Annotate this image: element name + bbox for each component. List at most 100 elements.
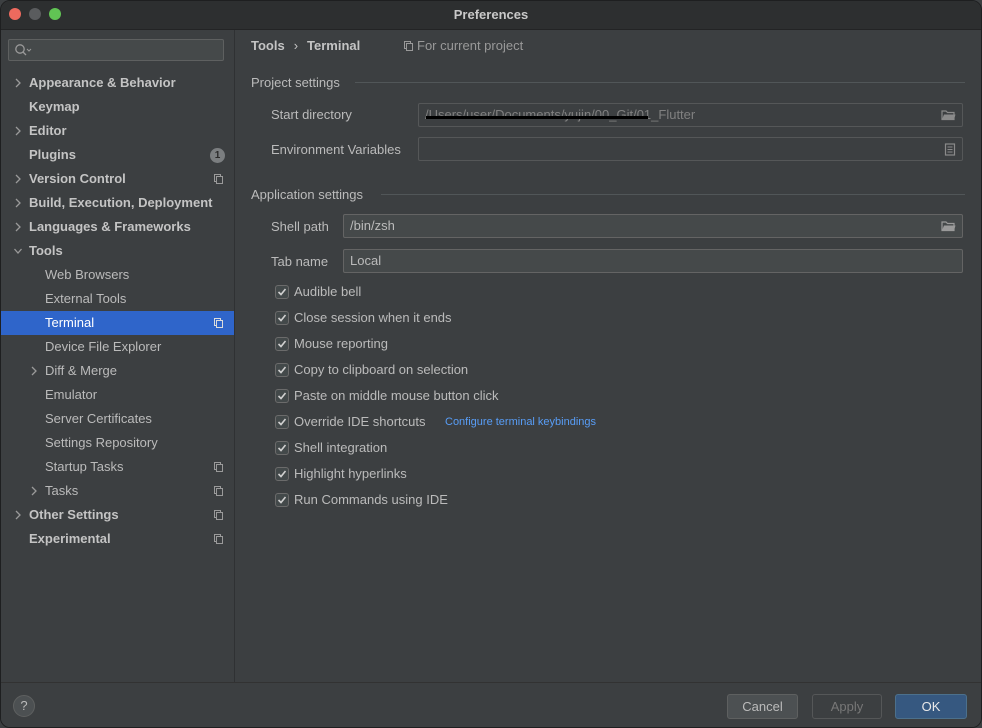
- sidebar-item-label: Experimental: [29, 531, 111, 546]
- configure-keybindings-link[interactable]: Configure terminal keybindings: [445, 416, 596, 428]
- sidebar-item-tasks[interactable]: Tasks: [1, 479, 234, 503]
- highlight-hyperlinks-checkbox[interactable]: [275, 467, 289, 481]
- sidebar-item-terminal[interactable]: Terminal: [1, 311, 234, 335]
- sidebar-item-appearance-behavior[interactable]: Appearance & Behavior: [1, 71, 234, 95]
- shell-path-value: /bin/zsh: [350, 218, 395, 233]
- folder-icon[interactable]: [941, 109, 956, 121]
- help-button[interactable]: ?: [13, 695, 35, 717]
- sidebar-item-settings-repository[interactable]: Settings Repository: [1, 431, 234, 455]
- run-commands-using-ide-label[interactable]: Run Commands using IDE: [294, 492, 448, 507]
- section-divider: [381, 194, 965, 195]
- sidebar-item-external-tools[interactable]: External Tools: [1, 287, 234, 311]
- sidebar-item-label: Settings Repository: [45, 435, 158, 450]
- section-divider: [355, 82, 965, 83]
- edit-env-vars-icon[interactable]: [944, 143, 956, 156]
- chevron-right-icon[interactable]: [14, 198, 22, 208]
- audible-bell-checkbox[interactable]: [275, 285, 289, 299]
- chevron-right-icon[interactable]: [30, 366, 38, 376]
- mouse-reporting-checkbox[interactable]: [275, 337, 289, 351]
- title-bar: Preferences: [1, 1, 981, 30]
- breadcrumb-parent: Tools: [251, 38, 285, 53]
- project-scope-text: For current project: [417, 38, 524, 53]
- sidebar-item-startup-tasks[interactable]: Startup Tasks: [1, 455, 234, 479]
- run-commands-using-ide-checkbox[interactable]: [275, 493, 289, 507]
- env-vars-field[interactable]: [418, 137, 963, 161]
- chevron-right-icon[interactable]: [14, 222, 22, 232]
- start-directory-field[interactable]: /Users/user/Documents/yujin/00_Git/01_Fl…: [418, 103, 963, 127]
- start-directory-label: Start directory: [271, 107, 352, 122]
- project-level-icon: [214, 534, 223, 544]
- sidebar-item-label: Tasks: [45, 483, 79, 498]
- sidebar-item-experimental[interactable]: Experimental: [1, 527, 234, 551]
- copy-to-clipboard-on-selection-label[interactable]: Copy to clipboard on selection: [294, 362, 468, 377]
- shell-path-field[interactable]: /bin/zsh: [343, 214, 963, 238]
- chevron-right-icon[interactable]: [14, 510, 22, 520]
- tab-name-field[interactable]: Local: [343, 249, 963, 273]
- sidebar-item-languages-frameworks[interactable]: Languages & Frameworks: [1, 215, 234, 239]
- sidebar-item-emulator[interactable]: Emulator: [1, 383, 234, 407]
- close-session-when-it-ends-checkbox[interactable]: [275, 311, 289, 325]
- breadcrumb-current: Terminal: [307, 38, 361, 53]
- sidebar-item-label: Emulator: [45, 387, 98, 402]
- checkmark-icon: [277, 444, 287, 452]
- sidebar-item-label: Languages & Frameworks: [29, 219, 191, 234]
- close-session-when-it-ends-label[interactable]: Close session when it ends: [294, 310, 452, 325]
- sidebar-item-server-certificates[interactable]: Server Certificates: [1, 407, 234, 431]
- sidebar-item-diff-merge[interactable]: Diff & Merge: [1, 359, 234, 383]
- chevron-right-icon[interactable]: [14, 126, 22, 136]
- apply-button[interactable]: Apply: [812, 694, 882, 719]
- sidebar-item-other-settings[interactable]: Other Settings: [1, 503, 234, 527]
- override-ide-shortcuts-checkbox[interactable]: [275, 415, 289, 429]
- dialog-footer: ? Cancel Apply OK: [1, 682, 981, 727]
- shell-integration-checkbox[interactable]: [275, 441, 289, 455]
- env-vars-label: Environment Variables: [271, 142, 401, 157]
- copy-to-clipboard-on-selection-checkbox[interactable]: [275, 363, 289, 377]
- sidebar-item-build-execution-deployment[interactable]: Build, Execution, Deployment: [1, 191, 234, 215]
- folder-icon[interactable]: [941, 220, 956, 232]
- sidebar-item-device-file-explorer[interactable]: Device File Explorer: [1, 335, 234, 359]
- mouse-reporting-label[interactable]: Mouse reporting: [294, 336, 388, 351]
- chevron-right-icon[interactable]: [14, 174, 22, 184]
- ok-button[interactable]: OK: [895, 694, 967, 719]
- shell-integration-label[interactable]: Shell integration: [294, 440, 387, 455]
- project-level-icon: [214, 462, 223, 472]
- highlight-hyperlinks-label[interactable]: Highlight hyperlinks: [294, 466, 407, 481]
- checkmark-icon: [277, 470, 287, 478]
- project-level-icon: [214, 318, 223, 328]
- settings-search-input[interactable]: [8, 39, 224, 61]
- paste-on-middle-mouse-button-click-label[interactable]: Paste on middle mouse button click: [294, 388, 499, 403]
- checkmark-icon: [277, 496, 287, 504]
- chevron-right-icon[interactable]: [14, 78, 22, 88]
- chevron-down-icon[interactable]: [14, 246, 22, 256]
- chevron-right-icon[interactable]: [30, 486, 38, 496]
- audible-bell-label[interactable]: Audible bell: [294, 284, 361, 299]
- settings-sidebar: Appearance & Behavior Keymap Editor Plugins…: [1, 30, 235, 682]
- override-ide-shortcuts-label[interactable]: Override IDE shortcuts: [294, 414, 426, 429]
- checkmark-icon: [277, 392, 287, 400]
- paste-on-middle-mouse-button-click-checkbox[interactable]: [275, 389, 289, 403]
- sidebar-item-plugins[interactable]: Plugins 1: [1, 143, 234, 167]
- preferences-window: Preferences Appearance & Behavior Keymap E…: [0, 0, 982, 728]
- sidebar-item-version-control[interactable]: Version Control: [1, 167, 234, 191]
- sidebar-item-label: Tools: [29, 243, 63, 258]
- checkmark-icon: [277, 314, 287, 322]
- sidebar-item-label: Other Settings: [29, 507, 119, 522]
- cancel-button[interactable]: Cancel: [727, 694, 798, 719]
- sidebar-item-label: Terminal: [45, 315, 95, 330]
- sidebar-item-keymap[interactable]: Keymap: [1, 95, 234, 119]
- sidebar-item-label: Plugins: [29, 147, 76, 162]
- tab-name-value: Local: [350, 253, 382, 268]
- sidebar-item-label: External Tools: [45, 291, 127, 306]
- sidebar-item-label: Server Certificates: [45, 411, 152, 426]
- sidebar-item-tools[interactable]: Tools: [1, 239, 234, 263]
- checkmark-icon: [277, 288, 287, 296]
- settings-tree: Appearance & Behavior Keymap Editor Plugins…: [1, 71, 234, 551]
- search-icon: [15, 44, 32, 56]
- window-title: Preferences: [453, 7, 529, 22]
- sidebar-item-label: Web Browsers: [45, 267, 130, 282]
- project-scope-label: For current project: [404, 38, 523, 53]
- sidebar-item-web-browsers[interactable]: Web Browsers: [1, 263, 234, 287]
- sidebar-item-editor[interactable]: Editor: [1, 119, 234, 143]
- project-settings-title: Project settings: [251, 75, 340, 90]
- breadcrumb-separator: ›: [293, 38, 299, 53]
